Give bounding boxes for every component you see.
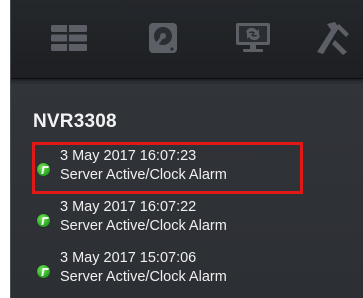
status-active-icon	[37, 265, 50, 278]
tools-button[interactable]	[311, 18, 355, 58]
event-item[interactable]: 3 May 2017 15:07:06 Server Active/Clock …	[37, 250, 337, 296]
server-list-button[interactable]	[47, 18, 91, 58]
event-time: 3 May 2017 16:07:22	[60, 199, 197, 215]
hard-disk-icon	[149, 23, 177, 53]
device-name: NVR3308	[33, 111, 117, 132]
hard-disk-button[interactable]	[141, 18, 185, 58]
highlight-box	[32, 142, 303, 194]
event-time: 3 May 2017 15:07:06	[60, 250, 197, 266]
nvr-app-window: NVR3308 3 May 2017 16:07:23 Server Activ…	[10, 0, 363, 298]
event-message: Server Active/Clock Alarm	[60, 269, 227, 285]
status-active-icon	[37, 214, 50, 227]
monitor-sync-button[interactable]	[231, 18, 275, 58]
event-item[interactable]: 3 May 2017 16:07:22 Server Active/Clock …	[37, 199, 337, 245]
monitor-sync-icon	[236, 23, 270, 52]
server-list-icon	[51, 25, 87, 51]
event-message: Server Active/Clock Alarm	[60, 218, 227, 234]
tools-icon	[317, 22, 349, 55]
toolbar	[11, 0, 363, 82]
